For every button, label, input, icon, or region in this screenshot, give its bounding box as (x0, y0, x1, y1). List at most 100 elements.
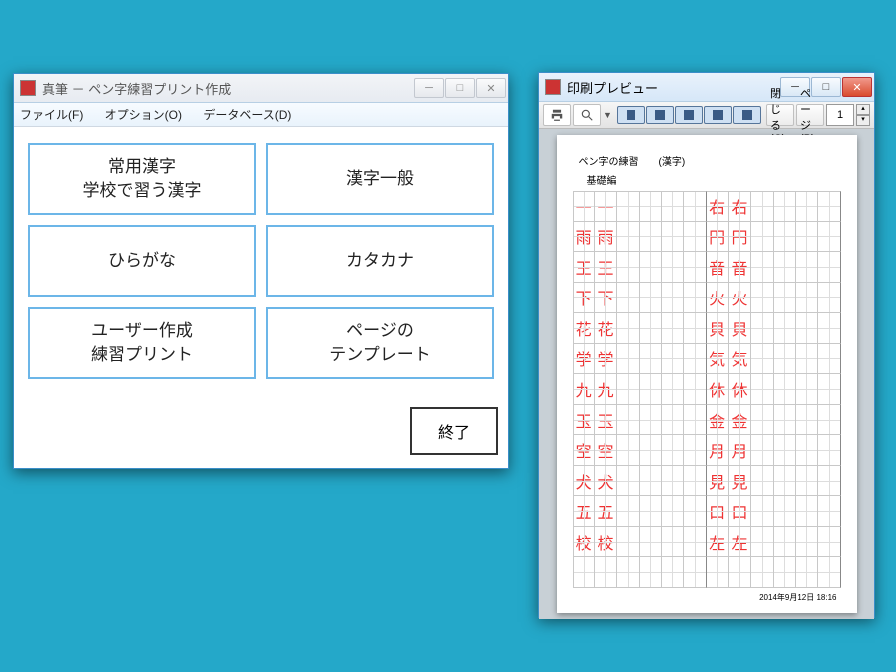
practice-cell: 犬 (573, 466, 595, 497)
dropdown-icon[interactable]: ▼ (603, 110, 612, 120)
close-button[interactable]: ✕ (476, 78, 506, 98)
practice-cell (684, 344, 706, 375)
practice-cell: 玉 (595, 405, 617, 436)
zoom-icon[interactable] (573, 104, 601, 126)
practice-cell: 右 (707, 191, 729, 222)
practice-cell (796, 435, 818, 466)
page-head-right: (漢字) (659, 153, 686, 168)
practice-cell (751, 466, 773, 497)
practice-cell: 学 (595, 344, 617, 375)
practice-cell: 花 (595, 313, 617, 344)
katakana-button[interactable]: カタカナ (266, 225, 494, 297)
practice-cell (617, 222, 639, 253)
page-up-button[interactable]: ▴ (856, 104, 870, 115)
practice-cell (640, 222, 662, 253)
joyo-kanji-button[interactable]: 常用漢字 学校で習う漢字 (28, 143, 256, 215)
practice-cell (617, 466, 639, 497)
practice-cell (617, 496, 639, 527)
practice-cell: 一 (573, 191, 595, 222)
practice-cell: 右 (729, 191, 751, 222)
practice-cell (617, 252, 639, 283)
close-button[interactable]: ✕ (842, 77, 872, 97)
practice-cell (796, 496, 818, 527)
practice-cell: 犬 (595, 466, 617, 497)
preview-page: ペン字の練習 (漢字) 基礎編 一一右右雨雨円円王王音音下下火火花花貝貝学学気気… (557, 135, 857, 613)
practice-cell (617, 557, 639, 588)
page-sub: 基礎編 (573, 172, 841, 187)
practice-cell (796, 557, 818, 588)
practice-cell (640, 405, 662, 436)
practice-cell (751, 435, 773, 466)
practice-cell (662, 344, 684, 375)
practice-cell (640, 374, 662, 405)
practice-cell (774, 435, 796, 466)
menu-database[interactable]: データベース(D) (203, 108, 291, 122)
practice-cell (684, 527, 706, 558)
kanji-general-button[interactable]: 漢字一般 (266, 143, 494, 215)
practice-cell: 一 (595, 191, 617, 222)
practice-cell (818, 405, 840, 436)
layout-buttons (617, 106, 761, 124)
practice-cell (617, 344, 639, 375)
practice-cell (662, 283, 684, 314)
user-print-button[interactable]: ユーザー作成 練習プリント (28, 307, 256, 379)
practice-cell (640, 313, 662, 344)
exit-button[interactable]: 終了 (410, 407, 498, 455)
menu-file[interactable]: ファイル(F) (20, 108, 83, 122)
practice-cell: 空 (573, 435, 595, 466)
practice-cell: 校 (595, 527, 617, 558)
practice-cell (818, 222, 840, 253)
practice-cell: 火 (707, 283, 729, 314)
practice-cell (751, 527, 773, 558)
practice-cell (818, 283, 840, 314)
page-down-button[interactable]: ▾ (856, 115, 870, 126)
practice-cell (640, 191, 662, 222)
practice-cell (573, 557, 595, 588)
page-label: ページ(P) (796, 104, 824, 126)
practice-cell (796, 405, 818, 436)
practice-cell (774, 527, 796, 558)
practice-cell (684, 191, 706, 222)
app-icon (545, 79, 561, 95)
practice-cell: 下 (595, 283, 617, 314)
close-preview-button[interactable]: 閉じる(C) (766, 104, 794, 126)
practice-cell (684, 405, 706, 436)
practice-cell (751, 313, 773, 344)
practice-cell (617, 313, 639, 344)
practice-cell (662, 527, 684, 558)
practice-cell: 火 (729, 283, 751, 314)
layout-3-button[interactable] (675, 106, 703, 124)
practice-cell (640, 496, 662, 527)
app-icon (20, 80, 36, 96)
practice-cell: 音 (707, 252, 729, 283)
practice-cell (684, 435, 706, 466)
menu-options[interactable]: オプション(O) (105, 108, 182, 122)
practice-cell (662, 374, 684, 405)
practice-cell (796, 374, 818, 405)
practice-cell: 九 (595, 374, 617, 405)
practice-cell (796, 527, 818, 558)
practice-cell: 王 (595, 252, 617, 283)
page-template-button[interactable]: ページの テンプレート (266, 307, 494, 379)
layout-4-button[interactable] (704, 106, 732, 124)
page-footer: 2014年9月12日 18:16 (573, 592, 841, 603)
page-number-input[interactable] (826, 104, 854, 126)
practice-cell (595, 557, 617, 588)
practice-cell: 左 (707, 527, 729, 558)
maximize-button[interactable]: □ (445, 78, 475, 98)
minimize-button[interactable]: ─ (414, 78, 444, 98)
menu-bar: ファイル(F) オプション(O) データベース(D) (14, 103, 508, 127)
practice-cell (774, 252, 796, 283)
practice-cell (751, 496, 773, 527)
layout-2-button[interactable] (646, 106, 674, 124)
practice-cell (640, 252, 662, 283)
practice-cell: 月 (707, 435, 729, 466)
layout-6-button[interactable] (733, 106, 761, 124)
window-title-preview: 印刷プレビュー (567, 78, 779, 97)
layout-1-button[interactable] (617, 106, 645, 124)
hiragana-button[interactable]: ひらがな (28, 225, 256, 297)
practice-cell: 休 (707, 374, 729, 405)
print-icon[interactable] (543, 104, 571, 126)
practice-cell (640, 344, 662, 375)
practice-cell: 左 (729, 527, 751, 558)
